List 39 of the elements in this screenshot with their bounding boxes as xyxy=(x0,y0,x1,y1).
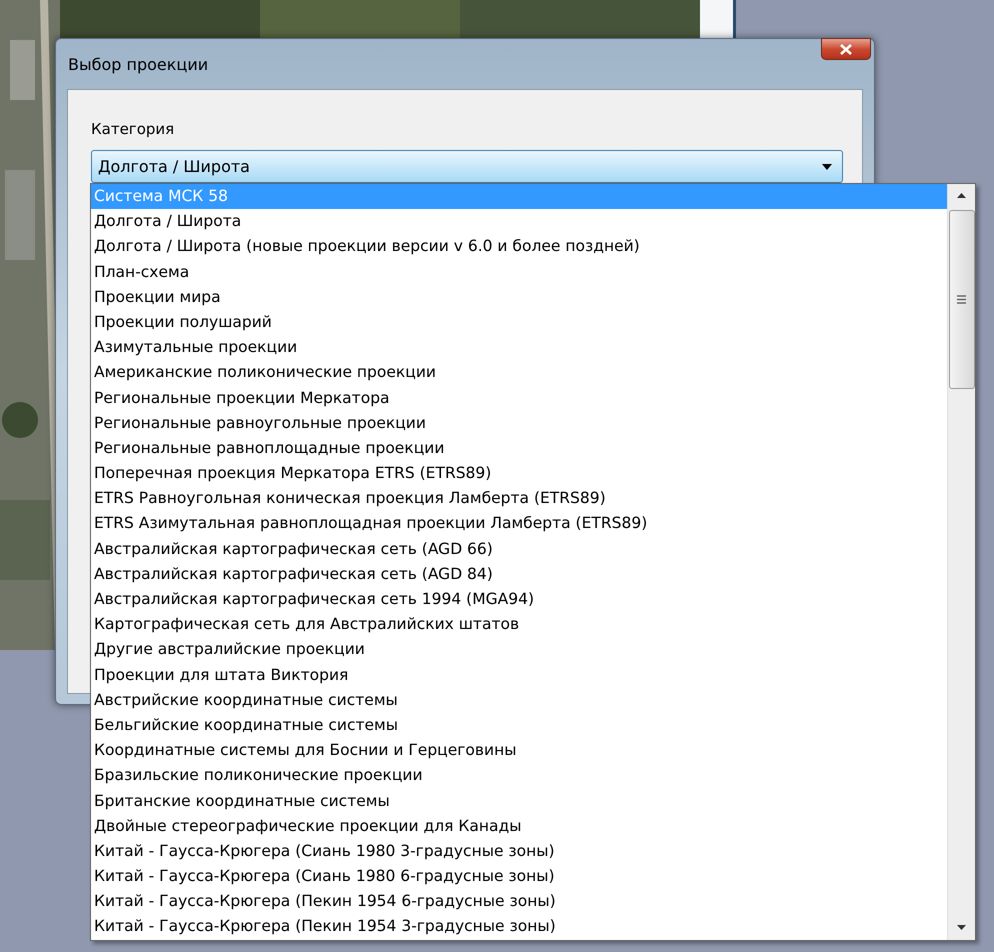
close-button[interactable] xyxy=(821,38,871,60)
dropdown-item[interactable]: Долгота / Широта xyxy=(91,209,947,234)
dropdown-item[interactable]: Австралийская картографическая сеть (AGD 84) xyxy=(91,562,947,587)
dropdown-item[interactable]: Австрийские координатные системы xyxy=(91,688,947,713)
dropdown-item[interactable]: Проекции мира xyxy=(91,284,947,310)
caret-icon xyxy=(822,164,832,170)
dropdown-item[interactable]: Региональные проекции Меркатора xyxy=(91,386,947,411)
scroll-down-icon[interactable] xyxy=(957,925,966,930)
dropdown-item[interactable]: Другие австралийские проекции xyxy=(91,637,947,663)
category-label: Категория xyxy=(91,119,176,140)
dropdown-item[interactable]: Поперечная проекция Меркатора ETRS (ETRS89) xyxy=(91,461,947,486)
dropdown-item[interactable]: Координатные системы для Боснии и Герцеговины xyxy=(91,738,947,764)
dropdown-item[interactable]: Бразильские поликонические проекции xyxy=(91,763,947,788)
dropdown-item[interactable]: Китай - Гаусса-Крюгера (Сиань 1980 3-градусные зоны) xyxy=(91,838,947,864)
dropdown-item[interactable]: Региональные равноугольные проекции xyxy=(91,410,947,436)
dropdown-item[interactable]: Долгота / Широта (новые проекции версии v 6.0 и более поздней) xyxy=(91,234,947,260)
scroll-up-icon[interactable] xyxy=(957,193,966,198)
dropdown-item[interactable]: ETRS Азимутальная равноплощадная проекции Ламберта (ETRS89) xyxy=(91,511,947,537)
grip-icon xyxy=(957,295,966,304)
dropdown-item[interactable]: Региональные равноплощадные проекции xyxy=(91,436,947,462)
dropdown-item[interactable]: Китай - Гаусса-Крюгера (Пекин 1954 3-градусные зоны) xyxy=(91,914,947,940)
scroll-thumb[interactable] xyxy=(948,210,974,389)
dropdown-item[interactable]: План-схема xyxy=(91,260,947,285)
dropdown-item[interactable]: ETRS Равноугольная коническая проекция Ламберта (ETRS89) xyxy=(91,486,947,512)
dropdown-item[interactable]: Китай - Гаусса-Крюгера (Сиань 1980 6-градусные зоны) xyxy=(91,864,947,890)
category-dropdown[interactable]: Долгота / Широта xyxy=(91,150,843,183)
dropdown-item[interactable]: Бельгийские координатные системы xyxy=(91,712,947,738)
dropdown-item[interactable]: Британские координатные системы xyxy=(91,788,947,814)
dropdown-item[interactable]: Проекции для штата Виктория xyxy=(91,662,947,688)
close-icon xyxy=(840,44,852,54)
dropdown-item[interactable]: Проекции полушарий xyxy=(91,310,947,336)
dropdown-item[interactable]: Картографическая сеть для Австралийских штатов xyxy=(91,612,947,638)
dropdown-item[interactable]: Азимутальные проекции xyxy=(91,335,947,360)
dropdown-item[interactable]: Американские поликонические проекции xyxy=(91,360,947,386)
dropdown-item[interactable]: Двойные стереографические проекции для Канады xyxy=(91,814,947,839)
dropdown-item[interactable]: Китай - Гаусса-Крюгера (Пекин 1954 6-градусные зоны) xyxy=(91,889,947,914)
dialog-title: Выбор проекции xyxy=(68,54,208,76)
dropdown-item[interactable]: Австралийская картографическая сеть (AGD 66) xyxy=(91,536,947,562)
dropdown-item[interactable]: Австралийская картографическая сеть 1994 (MGA94) xyxy=(91,587,947,612)
